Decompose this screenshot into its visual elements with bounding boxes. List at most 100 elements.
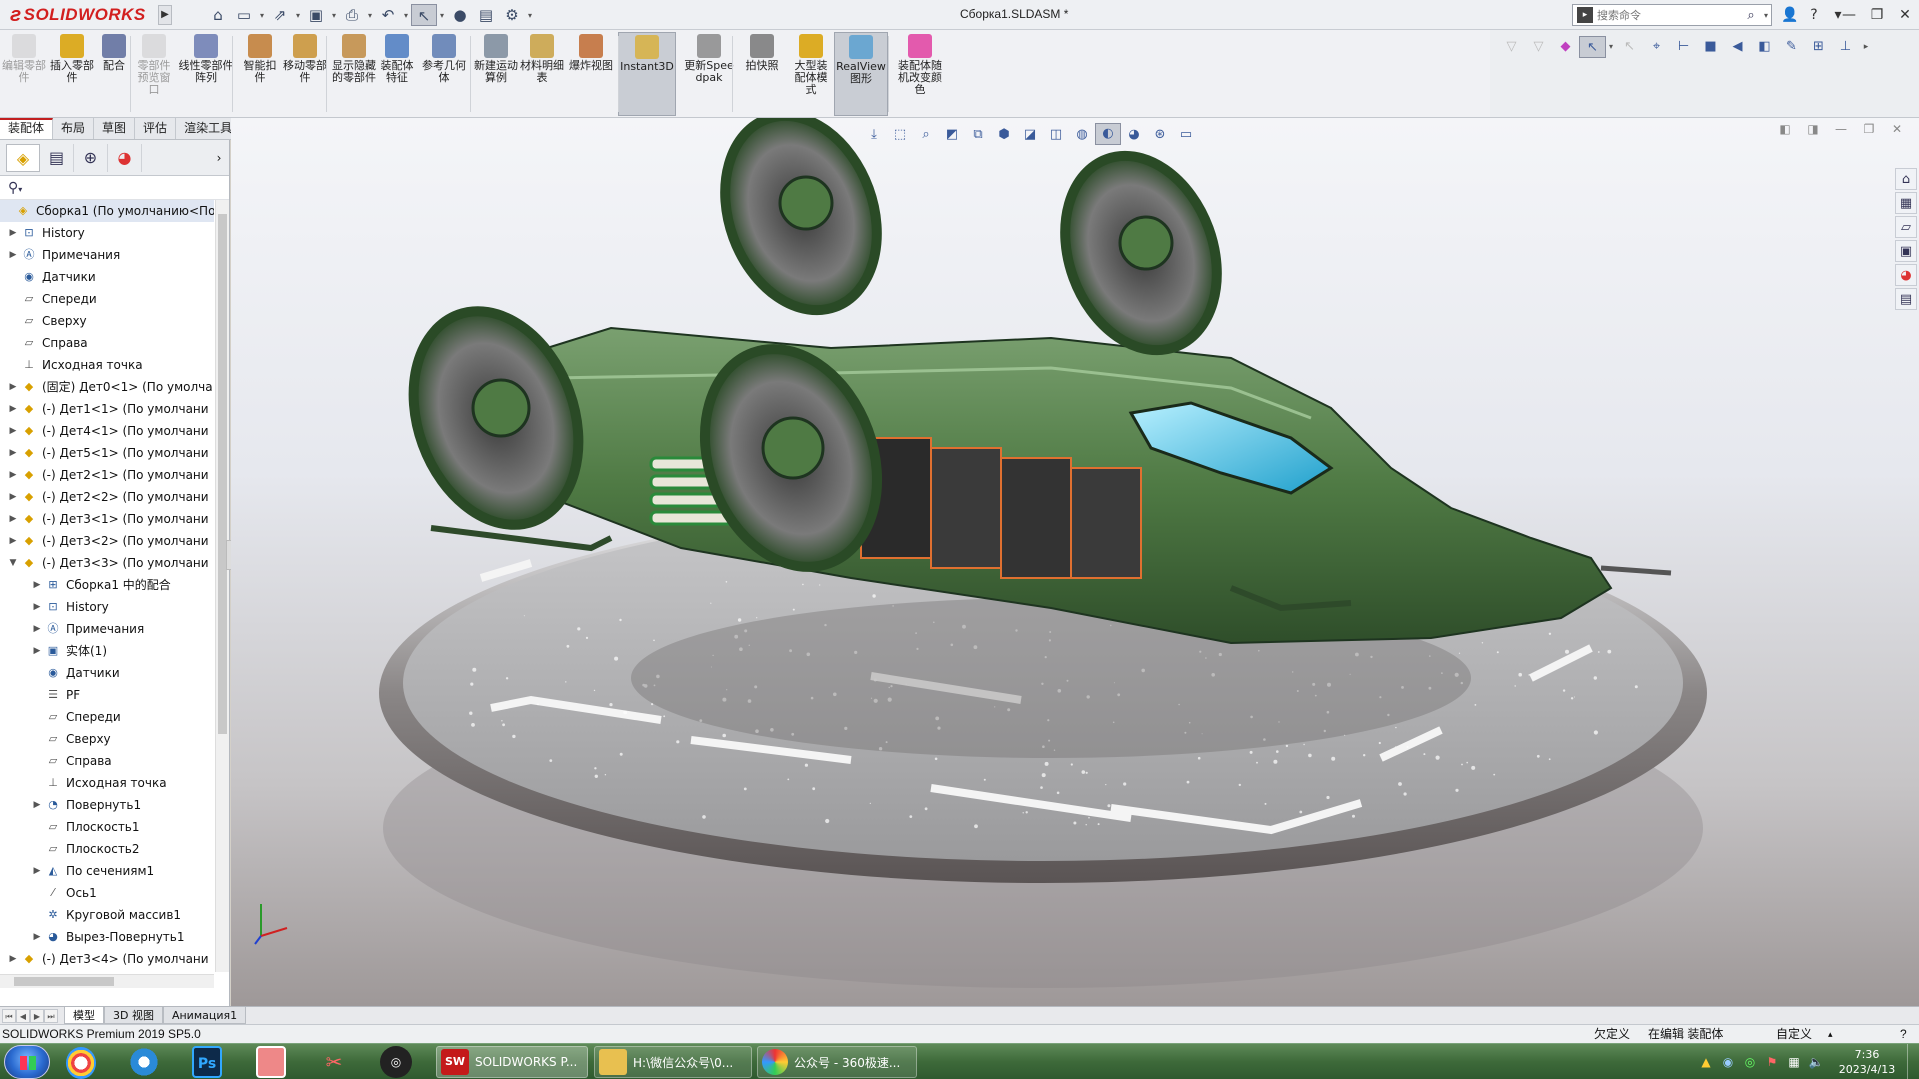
home-icon[interactable]: ⌂ — [205, 4, 231, 26]
taskbar-task-3[interactable]: 公众号 - 360极速... — [757, 1046, 917, 1078]
bottom-tab-1[interactable]: 模型 — [64, 1007, 104, 1024]
viewport-minimize-icon[interactable]: — — [1827, 122, 1855, 136]
previous-view-icon[interactable]: ⌕ — [913, 127, 939, 142]
options-dropdown-icon[interactable]: ▾ — [525, 11, 535, 20]
ie-icon[interactable] — [128, 1046, 160, 1078]
ribbon-button-17[interactable]: 大型装配体模式 — [790, 32, 832, 116]
display-manager-tab-icon[interactable]: ◕ — [108, 143, 142, 172]
new-dropdown-icon[interactable]: ▾ — [257, 11, 267, 20]
view-cube-icon[interactable]: ■ — [1697, 36, 1724, 58]
bottom-tab-2[interactable]: 3D 视图 — [104, 1007, 163, 1024]
tree-item[interactable]: ▶ Ⓐ Примечания — [0, 244, 214, 266]
ribbon-button-16[interactable]: 拍快照 — [740, 32, 784, 116]
open-dropdown-icon[interactable]: ▾ — [293, 11, 303, 20]
expand-toggle-icon[interactable]: ▶ — [6, 420, 20, 442]
hide-show-items-icon[interactable]: ◫ — [1043, 127, 1069, 142]
ribbon-button-14[interactable]: Instant3D — [618, 32, 676, 116]
file-properties-icon[interactable]: ▤ — [473, 4, 499, 26]
ribbon-button-12[interactable]: 材料明细表 — [520, 32, 564, 116]
tree-item[interactable]: ▱ Справа — [0, 750, 214, 772]
tree-item[interactable]: ▶ ◆ (-) Дет3<4> (По умолчани — [0, 948, 214, 970]
user-account-icon[interactable]: 👤 — [1778, 7, 1802, 23]
select-tool-icon[interactable]: ↖ — [1579, 36, 1606, 58]
tree-item[interactable]: ◉ Датчики — [0, 266, 214, 288]
tree-item[interactable]: ▶ ◆ (-) Дет2<1> (По умолчани — [0, 464, 214, 486]
tree-item[interactable]: ▶ ◆ (-) Дет1<1> (По умолчани — [0, 398, 214, 420]
new-document-icon[interactable]: ▭ — [231, 4, 257, 26]
units-dropdown-icon[interactable]: ▴ — [1828, 1025, 1833, 1043]
expand-toggle-icon[interactable]: ▶ — [6, 442, 20, 464]
ribbon-button-3[interactable]: 配合 — [96, 32, 132, 116]
search-input[interactable] — [1597, 8, 1741, 22]
expand-toggle-icon[interactable]: ▶ — [6, 948, 20, 970]
tree-item[interactable]: ▶ ▣ 实体(1) — [0, 640, 214, 662]
print-icon[interactable]: ⎙ — [339, 4, 365, 26]
select-cursor-icon[interactable]: ↖ — [411, 4, 437, 26]
expand-toggle-icon[interactable]: ▶ — [6, 376, 20, 398]
expand-toggle-icon[interactable]: ▶ — [6, 222, 20, 244]
tools-icon[interactable]: ✂ — [318, 1046, 350, 1078]
measure-icon[interactable]: ⊢ — [1670, 36, 1697, 58]
search-icon[interactable]: ⌕ — [1741, 8, 1761, 23]
tray-network-icon[interactable]: ▦ — [1783, 1055, 1805, 1069]
ribbon-button-9[interactable]: 装配体特征 — [376, 32, 418, 116]
select-dropdown-icon[interactable]: ▾ — [1606, 36, 1616, 58]
tree-item[interactable]: ▶ ⊞ Сборка1 中的配合 — [0, 574, 214, 596]
tray-security-icon[interactable]: ◎ — [1739, 1055, 1761, 1069]
zoom-area-icon[interactable]: ⬚ — [887, 127, 913, 142]
property-manager-tab-icon[interactable]: ▤ — [40, 143, 74, 172]
apply-scene-icon[interactable]: ◕ — [1121, 127, 1147, 142]
next-tab-icon[interactable]: ▶ — [30, 1008, 44, 1023]
tree-item[interactable]: ▱ Спереди — [0, 706, 214, 728]
feature-manager-tab-icon[interactable]: ◈ — [6, 143, 40, 172]
tray-volume-icon[interactable]: 🔈 — [1805, 1055, 1827, 1069]
ribbon-button-15[interactable]: 更新Speedpak — [682, 32, 736, 116]
select-dropdown-icon[interactable]: ▾ — [437, 11, 447, 20]
undo-dropdown-icon[interactable]: ▾ — [401, 11, 411, 20]
tree-item[interactable]: ▱ Плоскость1 — [0, 816, 214, 838]
expand-toggle-icon[interactable]: ▶ — [30, 596, 44, 618]
ribbon-button-18[interactable]: RealView图形 — [834, 32, 888, 116]
tray-app-icon[interactable]: ◉ — [1717, 1055, 1739, 1069]
filter-faces-icon[interactable]: ◆ — [1552, 36, 1579, 58]
ribbon-button-8[interactable]: 显示隐藏的零部件 — [330, 32, 378, 116]
ribbon-button-4[interactable]: 零部件预览窗口 — [134, 32, 174, 116]
graphics-viewport[interactable]: ⤓ ⬚ ⌕ ◩ ⧉ ⬢ ◪ ◫ ◍ ◐ ◕ ⊛ ▭ ◧ ◨ — ❐ ✕ ⌂ ▦ … — [231, 118, 1919, 1006]
photoshop-icon[interactable]: Ps — [192, 1046, 222, 1078]
save-icon[interactable]: ▣ — [303, 4, 329, 26]
select-other-icon[interactable]: ↖ — [1616, 36, 1643, 58]
ribbon-button-19[interactable]: 装配体随机改变颜色 — [894, 32, 946, 116]
show-desktop-button[interactable] — [1907, 1044, 1919, 1079]
display-style-icon[interactable]: ◪ — [1017, 127, 1043, 142]
search-dropdown-icon[interactable]: ▾ — [1761, 11, 1771, 20]
expand-toggle-icon[interactable]: ▶ — [6, 530, 20, 552]
expand-toggle-icon[interactable]: ▶ — [30, 860, 44, 882]
tree-root-assembly[interactable]: ◈ Сборка1 (По умолчанию<По — [0, 200, 214, 222]
expand-toggle-icon[interactable]: ▶ — [6, 398, 20, 420]
tree-horizontal-scrollbar[interactable] — [0, 974, 214, 988]
display-monitor-icon[interactable]: ▭ — [1173, 127, 1199, 142]
ribbon-button-10[interactable]: 参考几何体 — [420, 32, 468, 116]
helicopter-model-render[interactable] — [231, 118, 1919, 1006]
viewport-restore-icon[interactable]: ❐ — [1855, 122, 1883, 136]
status-help-icon[interactable]: ? — [1900, 1025, 1907, 1043]
solidworks-logo[interactable]: ƨ SOLIDWORKS — [10, 3, 146, 27]
help-icon[interactable]: ? — [1802, 7, 1826, 23]
close-icon[interactable]: ✕ — [1891, 0, 1919, 30]
view-settings-icon[interactable]: ⊛ — [1147, 127, 1173, 142]
expand-toggle-icon[interactable]: ▶ — [6, 244, 20, 266]
minimize-icon[interactable]: — — [1835, 0, 1863, 30]
open-icon[interactable]: ⇗ — [267, 4, 293, 26]
tree-item[interactable]: ▶ Ⓐ Примечания — [0, 618, 214, 640]
tree-item[interactable]: ✲ Круговой массив1 — [0, 904, 214, 926]
ribbon-button-2[interactable]: 插入零部件 — [50, 32, 94, 116]
tree-item[interactable]: ◉ Датчики — [0, 662, 214, 684]
search-type-icon[interactable]: ▸ — [1577, 7, 1593, 23]
realview-toggle-icon[interactable]: ◐ — [1095, 123, 1121, 145]
tree-item[interactable]: ▶ ◆ (固定) Дет0<1> (По умолча — [0, 376, 214, 398]
view-previous-icon[interactable]: ◀ — [1724, 36, 1751, 58]
tab-3[interactable]: 草图 — [94, 118, 136, 139]
tree-item[interactable]: ▶ ⊡ History — [0, 596, 214, 618]
view-orientation-icon[interactable]: ⬢ — [991, 127, 1017, 142]
scroll-thumb[interactable] — [218, 214, 227, 734]
